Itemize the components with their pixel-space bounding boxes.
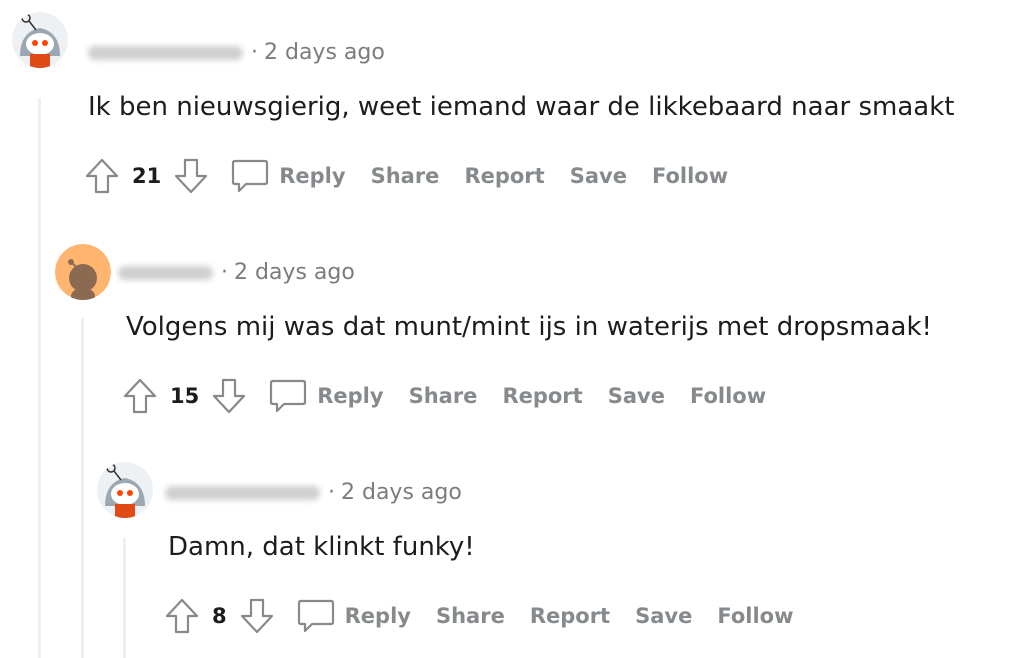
meta-separator: · [251,40,258,65]
comment-actions: 21 Reply Share Report Save Follow [84,156,753,196]
comment-body: Damn, dat klinkt funky! [168,532,475,562]
default-snoo-avatar-icon [55,244,111,300]
timestamp[interactable]: 2 days ago [341,480,462,505]
comment-actions: 15 Reply Share Report Save Follow [122,376,791,416]
share-button[interactable]: Share [409,384,478,408]
follow-button[interactable]: Follow [690,384,766,408]
save-button[interactable]: Save [635,604,692,628]
timestamp[interactable]: 2 days ago [264,40,385,65]
reply-icon[interactable] [267,376,309,416]
upvote-icon[interactable] [122,377,158,415]
reply-icon[interactable] [229,156,271,196]
avatar[interactable] [55,244,111,300]
reply-button[interactable]: Reply [279,164,345,188]
follow-button[interactable]: Follow [717,604,793,628]
reply-icon[interactable] [295,596,337,636]
vote-count: 15 [170,384,200,408]
downvote-icon[interactable] [239,597,275,635]
comment-body: Volgens mij was dat munt/mint ijs in wat… [126,312,932,342]
username[interactable] [165,485,320,500]
avatar[interactable] [12,12,68,68]
downvote-icon[interactable] [173,157,209,195]
username[interactable] [118,265,213,280]
meta-separator: · [328,480,335,505]
report-button[interactable]: Report [530,604,610,628]
upvote-icon[interactable] [164,597,200,635]
comment-actions: 8 Reply Share Report Save Follow [164,596,819,636]
follow-button[interactable]: Follow [652,164,728,188]
comment-body: Ik ben nieuwsgierig, weet iemand waar de… [88,92,955,122]
snoo-avatar-icon [97,462,153,518]
thread-line-1[interactable] [38,98,41,658]
reply-button[interactable]: Reply [317,384,383,408]
save-button[interactable]: Save [570,164,627,188]
downvote-icon[interactable] [211,377,247,415]
save-button[interactable]: Save [608,384,665,408]
thread-line-3[interactable] [123,538,126,658]
timestamp[interactable]: 2 days ago [234,260,355,285]
report-button[interactable]: Report [464,164,544,188]
reply-button[interactable]: Reply [345,604,411,628]
avatar[interactable] [97,462,153,518]
vote-count: 21 [132,164,162,188]
upvote-icon[interactable] [84,157,120,195]
meta-separator: · [221,260,228,285]
share-button[interactable]: Share [436,604,505,628]
username[interactable] [88,45,243,60]
report-button[interactable]: Report [502,384,582,408]
thread-line-2[interactable] [81,318,84,658]
share-button[interactable]: Share [371,164,440,188]
vote-count: 8 [212,604,227,628]
snoo-avatar-icon [12,12,68,68]
